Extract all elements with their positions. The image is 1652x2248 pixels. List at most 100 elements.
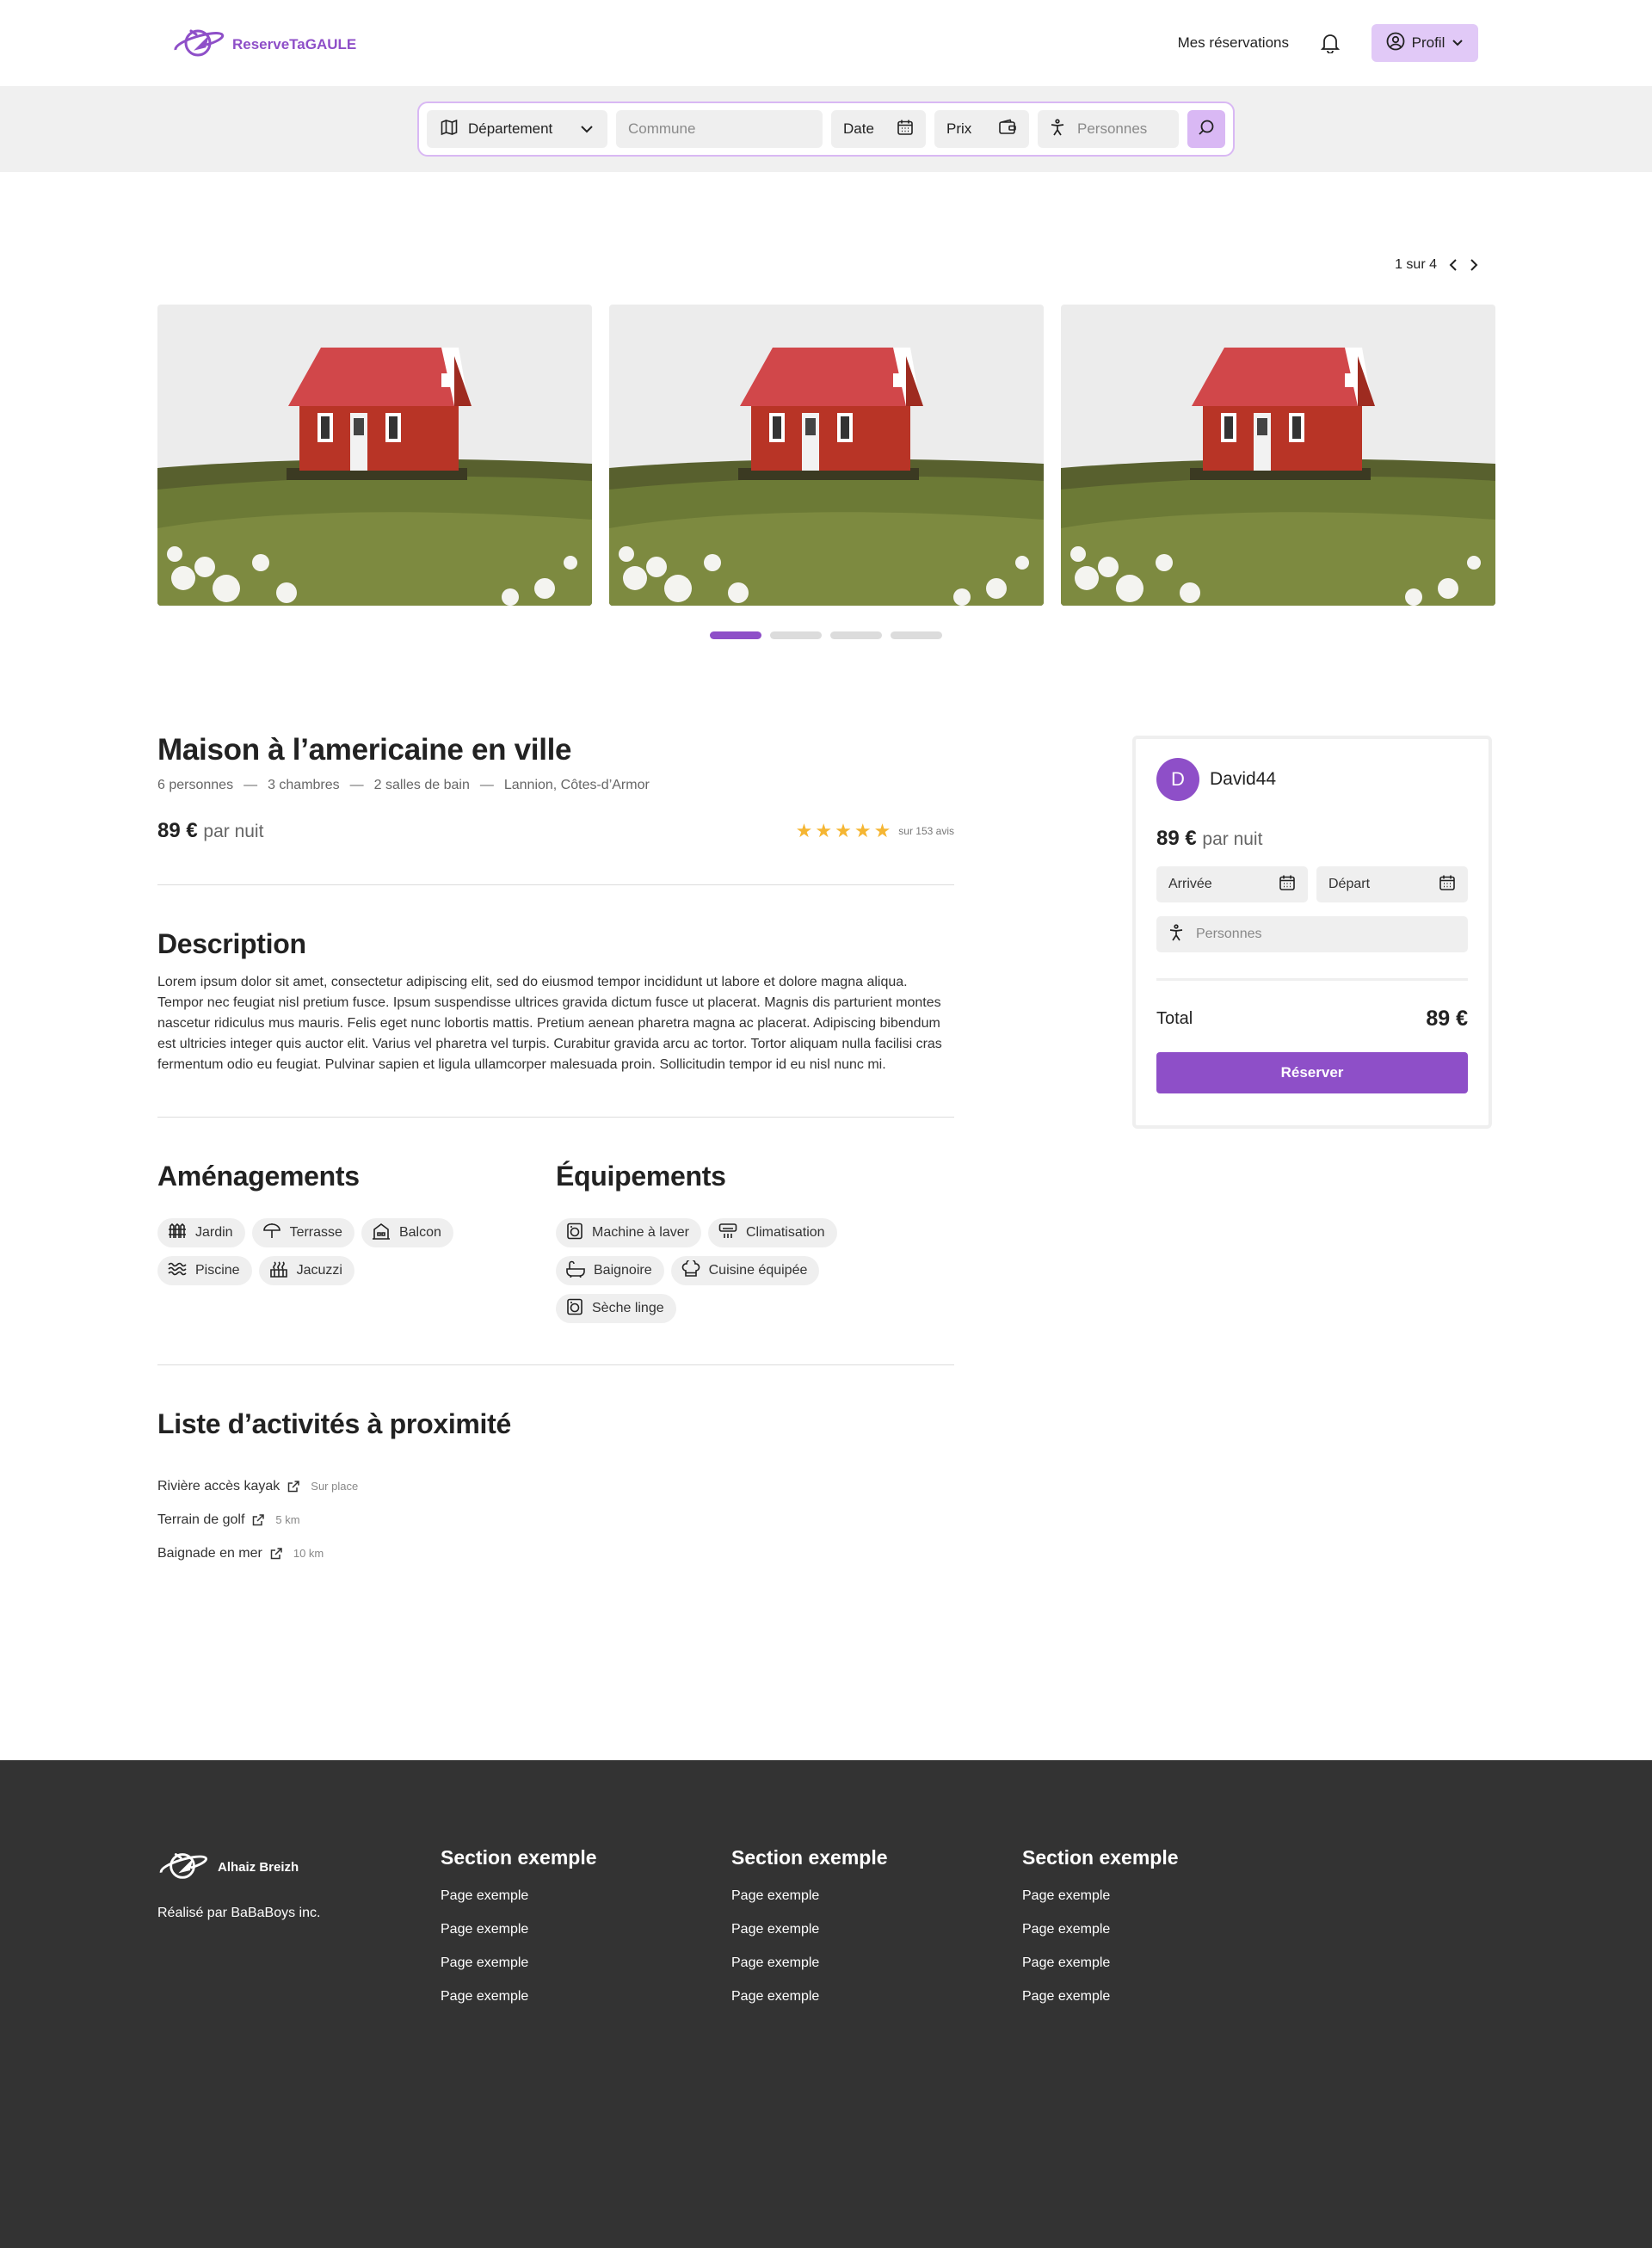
footer-section-title: Section exemple	[731, 1846, 888, 1869]
footer-logo[interactable]: Alhaiz Breizh	[157, 1846, 320, 1888]
star-icon: ★	[873, 820, 891, 841]
host-name[interactable]: David44	[1210, 769, 1276, 790]
footer-link[interactable]: Page exemple	[1022, 1955, 1179, 1989]
chip-jardin: Jardin	[157, 1218, 245, 1247]
footer-link[interactable]: Page exemple	[1022, 1888, 1179, 1922]
wallet-icon	[998, 119, 1017, 140]
footer-link[interactable]: Page exemple	[1022, 1922, 1179, 1955]
footer-link[interactable]: Page exemple	[731, 1989, 888, 2023]
departure-label: Départ	[1328, 877, 1371, 891]
carousel-dot[interactable]	[710, 631, 761, 639]
listing-photo[interactable]	[609, 305, 1044, 606]
footer-link[interactable]: Page exemple	[441, 1922, 597, 1955]
meta-separator: —	[349, 778, 364, 792]
chip-piscine: Piscine	[157, 1256, 252, 1285]
footer-link[interactable]: Page exemple	[441, 1989, 597, 2023]
hot-tub-icon	[269, 1260, 288, 1282]
search-icon	[1198, 119, 1215, 140]
chip-label: Jardin	[195, 1225, 233, 1240]
external-link-icon[interactable]	[287, 1480, 300, 1494]
footer-link[interactable]: Page exemple	[441, 1888, 597, 1922]
footer-link[interactable]: Page exemple	[731, 1888, 888, 1922]
date-picker[interactable]: Date	[831, 110, 926, 148]
logo[interactable]: ReserveTaGAULE	[172, 22, 356, 66]
external-link-icon[interactable]	[269, 1547, 283, 1561]
calendar-icon	[1279, 874, 1296, 896]
star-icon: ★	[854, 820, 872, 841]
amenagements-section: Aménagements Jardin Terrasse Balcon Pisc…	[157, 1161, 556, 1323]
photo-gallery	[157, 305, 1495, 606]
chip-seche-linge: Sèche linge	[556, 1294, 676, 1323]
departure-date-field[interactable]: Départ	[1316, 866, 1468, 902]
price-filter[interactable]: Prix	[934, 110, 1029, 148]
meta-rooms: 3 chambres	[268, 778, 340, 792]
profile-button[interactable]: Profil	[1372, 24, 1478, 62]
persons-field[interactable]: Personnes	[1156, 916, 1468, 952]
logo-text: ReserveTaGAULE	[232, 35, 357, 52]
carousel-dot[interactable]	[891, 631, 942, 639]
chip-baignoire: Baignoire	[556, 1256, 664, 1285]
reserve-button[interactable]: Réserver	[1156, 1052, 1468, 1093]
chip-label: Terrasse	[289, 1225, 342, 1240]
person-icon	[1050, 118, 1065, 140]
external-link-icon[interactable]	[251, 1513, 265, 1527]
department-select[interactable]: Département	[427, 110, 607, 148]
pager-text: 1 sur 4	[1395, 257, 1437, 272]
chip-label: Machine à laver	[592, 1225, 689, 1240]
total-label: Total	[1156, 1009, 1193, 1028]
divider	[157, 884, 954, 885]
footer-section: Section exemple Page exemple Page exempl…	[441, 1846, 597, 2023]
arrival-label: Arrivée	[1168, 877, 1212, 891]
arrival-date-field[interactable]: Arrivée	[1156, 866, 1308, 902]
carousel-dots	[710, 631, 942, 639]
chip-balcon: Balcon	[361, 1218, 453, 1247]
search-button[interactable]	[1187, 110, 1225, 148]
commune-input[interactable]: Commune	[616, 110, 823, 148]
footer-section: Section exemple Page exemple Page exempl…	[731, 1846, 888, 2023]
persons-input[interactable]: Personnes	[1038, 110, 1179, 148]
price-label: Prix	[946, 120, 972, 137]
search-band: Département Commune Date Prix Personnes	[0, 86, 1652, 172]
chef-hat-icon	[681, 1258, 700, 1282]
washing-machine-icon	[566, 1223, 583, 1244]
chip-jacuzzi: Jacuzzi	[258, 1256, 354, 1285]
top-header: ReserveTaGAULE Mes réservations Profil	[0, 0, 1652, 86]
department-label: Département	[468, 120, 553, 137]
planet-logo-icon	[172, 22, 225, 66]
chip-machine-a-laver: Machine à laver	[556, 1218, 701, 1247]
listing-photo[interactable]	[157, 305, 592, 606]
equipements-section: Équipements Machine à laver Climatisatio…	[556, 1161, 954, 1323]
divider	[157, 1364, 954, 1365]
footer-logo-text: Alhaiz Breizh	[218, 1860, 299, 1875]
total-row: Total 89 €	[1156, 1007, 1468, 1032]
footer-link[interactable]: Page exemple	[731, 1922, 888, 1955]
carousel-dot[interactable]	[830, 631, 882, 639]
chevron-right-icon[interactable]	[1470, 258, 1478, 272]
chevron-left-icon[interactable]	[1449, 258, 1458, 272]
equipements-heading: Équipements	[556, 1161, 726, 1192]
activities-heading: Liste d’activités à proximité	[157, 1408, 512, 1439]
umbrella-icon	[262, 1223, 281, 1244]
card-price: 89 € par nuit	[1156, 827, 1468, 851]
card-price-unit: par nuit	[1202, 829, 1263, 849]
review-count: sur 153 avis	[898, 825, 954, 837]
my-reservations-link[interactable]: Mes réservations	[1178, 34, 1289, 52]
meta-separator: —	[243, 778, 258, 792]
total-value: 89 €	[1426, 1007, 1468, 1031]
listing-photo[interactable]	[1061, 305, 1495, 606]
avatar[interactable]: D	[1156, 758, 1199, 801]
footer-link[interactable]: Page exemple	[731, 1955, 888, 1989]
fence-icon	[168, 1223, 187, 1244]
footer-link[interactable]: Page exemple	[441, 1955, 597, 1989]
bell-icon[interactable]	[1318, 31, 1342, 55]
calendar-icon	[897, 119, 914, 140]
carousel-dot[interactable]	[770, 631, 822, 639]
footer-link[interactable]: Page exemple	[1022, 1989, 1179, 2023]
map-icon	[441, 119, 458, 140]
footer: Alhaiz Breizh Réalisé par BaBaBoys inc. …	[0, 1760, 1652, 2248]
activity-item: Baignade en mer 10 km	[157, 1537, 954, 1570]
listing-title: Maison à l’americaine en ville	[157, 733, 572, 767]
description-heading: Description	[157, 928, 306, 959]
date-label: Date	[843, 120, 874, 137]
card-price-value: 89 €	[1156, 827, 1197, 850]
